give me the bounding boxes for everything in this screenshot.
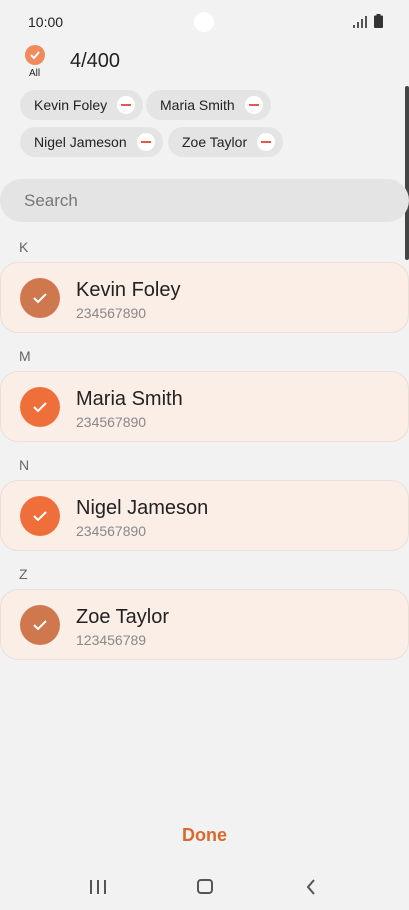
contact-item[interactable]: Maria Smith 234567890 (0, 371, 409, 442)
status-time: 10:00 (28, 14, 64, 30)
contact-phone: 234567890 (76, 523, 147, 539)
selection-count: 4/400 (70, 50, 121, 72)
camera-cutout (194, 12, 214, 32)
section-header: M (19, 348, 31, 364)
select-all-label: All (29, 68, 41, 79)
chip-label: Nigel Jameson (34, 134, 127, 150)
signal-icon (353, 16, 367, 28)
contact-name: Nigel Jameson (76, 497, 209, 519)
remove-icon[interactable] (244, 96, 263, 114)
contact-phone: 234567890 (76, 414, 147, 430)
contact-checkbox[interactable] (20, 278, 60, 318)
contact-item[interactable]: Zoe Taylor 123456789 (0, 589, 409, 660)
check-icon (33, 293, 47, 304)
section-header: Z (19, 566, 28, 582)
contact-phone: 123456789 (76, 632, 147, 648)
remove-icon[interactable] (117, 96, 136, 114)
contact-checkbox[interactable] (20, 605, 60, 645)
contact-item[interactable]: Nigel Jameson 234567890 (0, 480, 409, 551)
navigation-bar (0, 866, 409, 910)
chip-zoe-taylor: Zoe Taylor (168, 127, 284, 157)
search-input[interactable] (24, 190, 324, 211)
contact-checkbox[interactable] (20, 496, 60, 536)
search-bar[interactable] (0, 179, 409, 222)
done-button[interactable]: Done (0, 820, 409, 850)
chip-nigel-jameson: Nigel Jameson (20, 127, 163, 157)
chip-label: Kevin Foley (34, 97, 108, 113)
section-header: N (19, 457, 30, 473)
status-bar: 10:00 (0, 0, 409, 44)
selection-header: All 4/400 (0, 42, 409, 82)
chip-label: Zoe Taylor (182, 134, 248, 150)
back-icon[interactable] (305, 879, 317, 895)
check-icon (30, 51, 40, 60)
chip-kevin-foley: Kevin Foley (20, 90, 144, 120)
contact-phone: 234567890 (76, 305, 147, 321)
chip-maria-smith: Maria Smith (146, 90, 271, 120)
check-icon (33, 402, 47, 413)
recent-apps-icon[interactable] (90, 880, 106, 894)
battery-icon (374, 14, 383, 28)
section-header: K (19, 239, 29, 255)
scrollbar[interactable] (405, 86, 409, 260)
home-icon[interactable] (197, 879, 213, 894)
contact-name: Kevin Foley (76, 279, 181, 301)
contact-name: Maria Smith (76, 388, 183, 410)
select-all-checkbox[interactable] (25, 45, 45, 65)
remove-icon[interactable] (136, 133, 155, 151)
contact-name: Zoe Taylor (76, 606, 170, 628)
chip-label: Maria Smith (160, 97, 235, 113)
contact-item[interactable]: Kevin Foley 234567890 (0, 262, 409, 333)
contact-checkbox[interactable] (20, 387, 60, 427)
remove-icon[interactable] (257, 133, 276, 151)
check-icon (33, 511, 47, 522)
check-icon (33, 620, 47, 631)
